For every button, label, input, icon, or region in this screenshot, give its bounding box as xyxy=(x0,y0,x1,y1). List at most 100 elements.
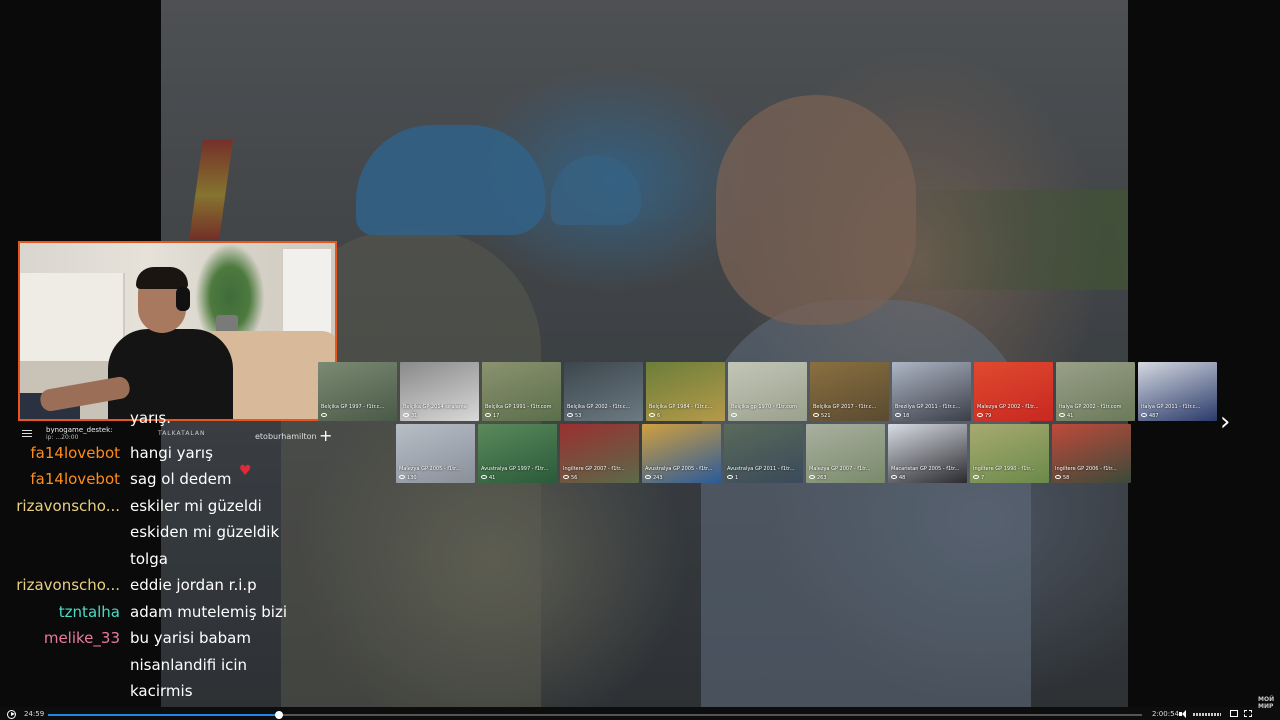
thumbnail-title: Malezya GP 2002 - f1tr... xyxy=(977,404,1039,410)
eye-icon xyxy=(481,475,487,479)
thumbnail-views: 18 xyxy=(895,413,909,420)
chat-message-text: adam mutelemiş bizi xyxy=(130,602,288,621)
chat-username[interactable]: tzntalha xyxy=(0,603,120,621)
video-thumbnail[interactable]: Avustralya GP 1997 - f1tr... 41 xyxy=(478,424,557,483)
eye-icon xyxy=(1059,413,1065,417)
chat-message-text: yarış. xyxy=(130,409,171,427)
video-thumbnail[interactable]: İngiltere GP 2007 - f1tr... 56 xyxy=(560,424,639,483)
video-thumbnail[interactable]: Malezya GP 2005 - f1tr... 130 xyxy=(396,424,475,483)
thumbnail-title: Avustralya GP 2005 - f1tr... xyxy=(645,466,713,472)
video-thumbnail[interactable]: Belçika GP 1997 - f1tr.c... xyxy=(318,362,397,421)
thumbnail-views: 487 xyxy=(1141,413,1159,420)
thumbnail-views: 243 xyxy=(645,475,663,482)
thumbnail-title: İngiltere GP 1990 - f1tr... xyxy=(973,466,1035,472)
video-thumbnail[interactable]: İtalya GP 2011 - f1tr.c... 487 xyxy=(1138,362,1217,421)
seek-bar[interactable] xyxy=(48,711,1142,719)
eye-icon xyxy=(399,475,405,479)
chat-username[interactable]: rizavonscho... xyxy=(0,497,120,515)
chat-username[interactable]: fa14lovebot xyxy=(0,470,120,488)
video-thumbnail[interactable]: İtalya GP 2002 - f1tr.com 41 xyxy=(1056,362,1135,421)
thumbnail-views xyxy=(731,413,739,420)
view-count: 521 xyxy=(821,413,831,419)
video-thumbnail[interactable]: Belçika gp 1970 - f1tr.com xyxy=(728,362,807,421)
add-icon[interactable]: + xyxy=(319,426,332,446)
thumbnail-views: 130 xyxy=(399,475,417,482)
video-face xyxy=(716,95,916,325)
video-thumbnail[interactable]: Belçika GP 2014 sıralama 31 xyxy=(400,362,479,421)
volume-slider[interactable] xyxy=(1193,713,1221,716)
eye-icon xyxy=(567,413,573,417)
webcam-streamer-hair xyxy=(136,267,188,289)
thumbnail-views: 6 xyxy=(649,413,660,420)
video-blue-cap-2 xyxy=(551,155,641,225)
view-count: 56 xyxy=(571,475,578,481)
thumbnail-views: 79 xyxy=(977,413,991,420)
eye-icon xyxy=(891,475,897,479)
thumbnail-title: İtalya GP 2002 - f1tr.com xyxy=(1059,404,1122,410)
thumbnail-views: 31 xyxy=(403,413,417,420)
view-count: 48 xyxy=(899,475,906,481)
fullscreen-icon[interactable] xyxy=(1244,710,1252,717)
thumbnail-views: 48 xyxy=(891,475,905,482)
video-thumbnail[interactable]: Avustralya GP 2011 - f1tr... 1 xyxy=(724,424,803,483)
video-thumbnail[interactable]: Belçika GP 1991 - f1tr.com 17 xyxy=(482,362,561,421)
eye-icon xyxy=(973,475,979,479)
view-count: 18 xyxy=(903,413,910,419)
eye-icon xyxy=(731,413,737,417)
video-thumbnail[interactable]: İngiltere GP 2006 - f1tr... 58 xyxy=(1052,424,1131,483)
chat-username[interactable]: rizavonscho... xyxy=(0,576,120,594)
video-thumbnail[interactable]: Malezya GP 2002 - f1tr... 79 xyxy=(974,362,1053,421)
total-time: 2:00:54 xyxy=(1152,710,1179,718)
seek-handle[interactable] xyxy=(274,711,283,719)
menu-icon[interactable] xyxy=(22,430,32,440)
thumbnail-title: Belçika GP 2017 - f1tr.c... xyxy=(813,404,877,410)
play-icon[interactable] xyxy=(7,710,16,719)
thumbnail-title: Belçika GP 1991 - f1tr.com xyxy=(485,404,552,410)
eye-icon xyxy=(563,475,569,479)
view-count: 58 xyxy=(1063,475,1070,481)
video-thumbnail[interactable]: Avustralya GP 2005 - f1tr... 243 xyxy=(642,424,721,483)
chat-message-text: eskiden mi güzeldik xyxy=(130,523,280,541)
view-count: 7 xyxy=(981,475,985,481)
chat-dot: · xyxy=(311,431,314,440)
eye-icon xyxy=(485,413,491,417)
video-thumbnail[interactable]: Macaristan GP 2005 - f1tr... 48 xyxy=(888,424,967,483)
chat-message-text: tolga xyxy=(130,549,168,568)
eye-icon xyxy=(1141,413,1147,417)
thumbnail-views: 1 xyxy=(727,475,738,482)
thumbnail-title: Malezya GP 2005 - f1tr... xyxy=(399,466,461,472)
video-thumbnail[interactable]: Malezya GP 2007 - f1tr... 263 xyxy=(806,424,885,483)
chat-message-text: kacirmis xyxy=(130,682,193,700)
thumbnail-title: Malezya GP 2007 - f1tr... xyxy=(809,466,871,472)
webcam-door xyxy=(282,248,332,338)
thumbnail-views: 521 xyxy=(813,413,831,420)
heart-icon: ♥ xyxy=(239,463,252,479)
thumbnail-title: Macaristan GP 2005 - f1tr... xyxy=(891,466,960,472)
video-thumbnail[interactable]: Brezilya GP 2011 - f1tr.c... 18 xyxy=(892,362,971,421)
thumbnail-views: 41 xyxy=(481,475,495,482)
thumbnail-title: Belçika GP 2014 sıralama xyxy=(403,404,467,410)
chevron-right-icon[interactable]: › xyxy=(1220,408,1236,436)
chat-username[interactable]: melike_33 xyxy=(0,629,120,647)
thumbnail-views: 41 xyxy=(1059,413,1073,420)
thumbnail-views: 56 xyxy=(563,475,577,482)
video-thumbnail[interactable]: Belçika GP 2002 - f1tr.c... 53 xyxy=(564,362,643,421)
chat-username[interactable]: fa14lovebot xyxy=(0,444,120,462)
thumbnail-title: İtalya GP 2011 - f1tr.c... xyxy=(1141,404,1201,410)
pip-icon[interactable] xyxy=(1230,710,1238,717)
chat-username[interactable]: etoburhamilton xyxy=(255,432,317,441)
video-grass xyxy=(888,190,1128,290)
eye-icon xyxy=(649,413,655,417)
video-thumbnail[interactable]: Belçika GP 2017 - f1tr.c... 521 xyxy=(810,362,889,421)
thumbnail-title: Belçika GP 2002 - f1tr.c... xyxy=(567,404,631,410)
eye-icon xyxy=(895,413,901,417)
chat-message-text: sag ol dedem xyxy=(130,470,232,488)
video-thumbnail[interactable]: İngiltere GP 1990 - f1tr... 7 xyxy=(970,424,1049,483)
eye-icon xyxy=(813,413,819,417)
volume-icon[interactable] xyxy=(1179,710,1189,718)
video-thumbnail[interactable]: Belçika GP 1984 - f1tr.c... 6 xyxy=(646,362,725,421)
thumbnail-views: 7 xyxy=(973,475,984,482)
video-flag xyxy=(188,140,234,240)
related-videos-grid: Belçika GP 1997 - f1tr.c... Belçika GP 20… xyxy=(318,362,1223,486)
view-count: 17 xyxy=(493,413,500,419)
